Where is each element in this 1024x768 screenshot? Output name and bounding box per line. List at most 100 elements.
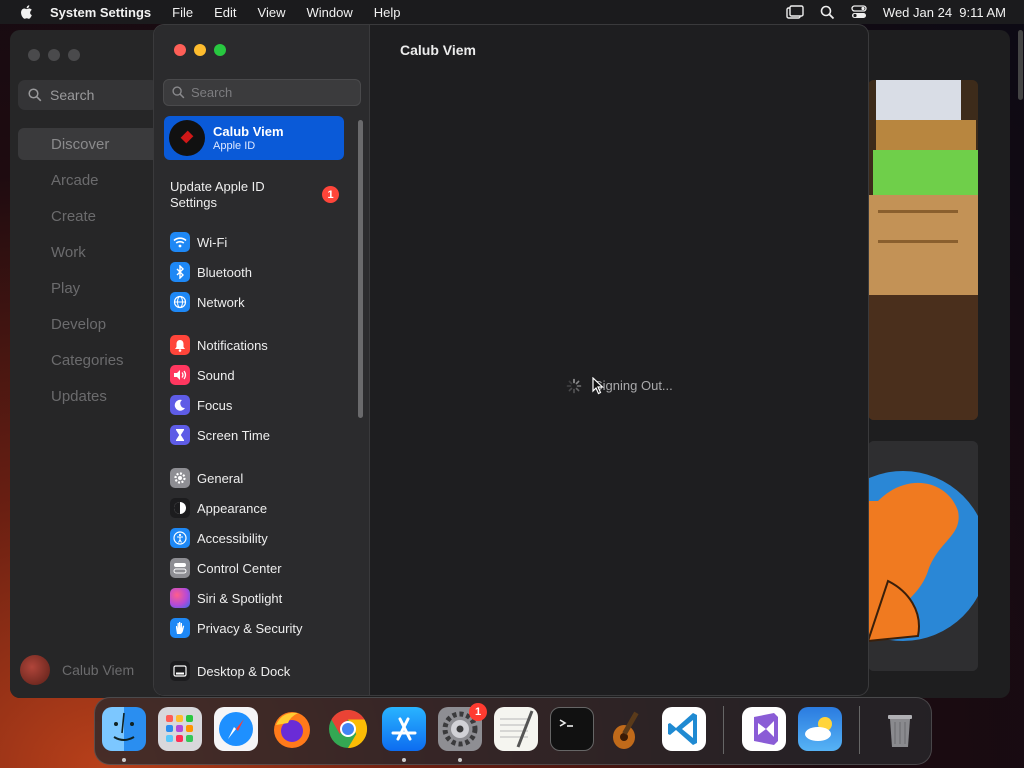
sidebar-item-focus[interactable]: Focus xyxy=(170,393,232,417)
signing-out-status: Signing Out... xyxy=(594,378,673,393)
close-button[interactable] xyxy=(174,44,186,56)
menu-bar: System Settings File Edit View Window He… xyxy=(0,0,1024,24)
sidebar-item-partial[interactable] xyxy=(170,687,197,695)
spotlight-search-icon[interactable] xyxy=(820,5,835,20)
dock-firefox-icon[interactable] xyxy=(270,707,314,751)
featured-artwork-tile[interactable] xyxy=(868,80,978,420)
nav-item-work[interactable]: Work xyxy=(18,236,160,268)
nav-item-play[interactable]: Play xyxy=(18,272,160,304)
dock-app-store-icon[interactable] xyxy=(382,707,426,751)
accessibility-icon xyxy=(170,528,190,548)
dock-launchpad-icon[interactable] xyxy=(158,707,202,751)
dock-trash-icon[interactable] xyxy=(878,707,922,751)
screen-mirroring-icon[interactable] xyxy=(786,5,804,19)
menu-datetime[interactable]: Wed Jan 24 9:11 AM xyxy=(883,5,1006,20)
sidebar-item-label: Wi-Fi xyxy=(197,234,228,250)
sidebar-item-notifications[interactable]: Notifications xyxy=(170,333,268,357)
running-indicator xyxy=(458,758,462,762)
dock-garageband-icon[interactable] xyxy=(606,707,650,751)
sidebar-item-siri-spotlight[interactable]: Siri & Spotlight xyxy=(170,586,282,610)
app-store-account[interactable]: Calub Viem xyxy=(20,655,134,685)
sidebar-item-accessibility[interactable]: Accessibility xyxy=(170,526,268,550)
nav-item-create[interactable]: Create xyxy=(18,200,160,232)
sidebar-item-wifi[interactable]: Wi-Fi xyxy=(170,230,227,254)
sidebar-item-network[interactable]: Network xyxy=(170,290,245,314)
close-button[interactable] xyxy=(28,49,40,61)
update-badge: 1 xyxy=(322,186,339,203)
bluetooth-icon xyxy=(170,262,190,282)
control-center-icon[interactable] xyxy=(851,5,867,19)
minimize-button[interactable] xyxy=(48,49,60,61)
sidebar-item-bluetooth[interactable]: Bluetooth xyxy=(170,260,252,284)
dock-textedit-icon[interactable] xyxy=(494,707,538,751)
dock-weather-icon[interactable] xyxy=(798,707,842,751)
mouse-pointer-icon xyxy=(592,377,604,395)
sidebar-item-label: Screen Time xyxy=(197,427,270,443)
sidebar-item-label: Network xyxy=(197,294,245,310)
sidebar-item-label: Notifications xyxy=(197,337,268,353)
sidebar-item-appearance[interactable]: Appearance xyxy=(170,496,267,520)
moon-icon xyxy=(170,395,190,415)
sidebar-item-label: Siri & Spotlight xyxy=(197,590,283,606)
sidebar-item-desktop-dock[interactable]: Desktop & Dock xyxy=(170,659,290,683)
search-icon xyxy=(28,88,42,102)
dock: 1 xyxy=(94,697,932,765)
featured-game-image xyxy=(868,441,978,671)
search-placeholder: Search xyxy=(50,87,95,103)
sidebar-item-control-center[interactable]: Control Center xyxy=(170,556,282,580)
window-controls xyxy=(174,44,226,56)
dock-terminal-icon[interactable] xyxy=(550,707,594,751)
settings-search-field[interactable]: Search xyxy=(163,79,361,106)
sidebar-item-label: Accessibility xyxy=(197,530,268,546)
sidebar-item-screen-time[interactable]: Screen Time xyxy=(170,423,270,447)
nav-item-updates[interactable]: Updates xyxy=(18,380,160,412)
nav-item-categories[interactable]: Categories xyxy=(18,344,160,376)
menu-help[interactable]: Help xyxy=(374,5,401,20)
update-label: Update Apple ID Settings xyxy=(170,179,265,210)
dock-visual-studio-icon[interactable] xyxy=(742,707,786,751)
nav-item-develop[interactable]: Develop xyxy=(18,308,160,340)
page-title: Calub Viem xyxy=(400,42,476,58)
menu-edit[interactable]: Edit xyxy=(214,5,236,20)
settings-sidebar: Search Calub Viem Apple ID Update Apple … xyxy=(154,25,370,695)
sidebar-item-label: General xyxy=(197,470,244,486)
sidebar-item-label: Privacy & Security xyxy=(197,620,303,636)
sidebar-scrollbar[interactable] xyxy=(358,120,363,418)
desktop-edge-scrollbar xyxy=(1018,30,1023,100)
dock-vscode-icon[interactable] xyxy=(662,707,706,751)
globe-icon xyxy=(170,292,190,312)
dock-chrome-icon[interactable] xyxy=(326,707,370,751)
menu-view[interactable]: View xyxy=(258,5,286,20)
sidebar-item-label: Bluetooth xyxy=(197,264,252,280)
update-apple-id-settings-item[interactable]: Update Apple ID Settings 1 xyxy=(170,179,345,211)
loading-spinner-icon xyxy=(566,378,582,394)
sidebar-item-sound[interactable]: Sound xyxy=(170,363,235,387)
dock-finder-icon[interactable] xyxy=(102,707,146,751)
dock-separator xyxy=(723,706,724,754)
nav-item-discover[interactable]: Discover xyxy=(18,128,160,160)
app-store-nav: Discover Arcade Create Work Play Develop… xyxy=(18,128,160,416)
zoom-button[interactable] xyxy=(68,49,80,61)
menu-app-name[interactable]: System Settings xyxy=(50,5,151,20)
sidebar-item-label: Sound xyxy=(197,367,235,383)
app-store-search-field[interactable]: Search xyxy=(18,80,158,110)
search-icon xyxy=(172,86,185,99)
menu-file[interactable]: File xyxy=(172,5,193,20)
apple-menu-icon[interactable] xyxy=(18,3,36,21)
dock-safari-icon[interactable] xyxy=(214,707,258,751)
minimize-button[interactable] xyxy=(194,44,206,56)
dock-icon xyxy=(170,661,190,681)
apple-id-profile-item[interactable]: Calub Viem Apple ID xyxy=(164,116,344,160)
gear-icon xyxy=(170,468,190,488)
avatar xyxy=(20,655,50,685)
sidebar-item-privacy-security[interactable]: Privacy & Security xyxy=(170,616,302,640)
app-store-window-controls xyxy=(28,49,80,61)
sidebar-item-general[interactable]: General xyxy=(170,466,243,490)
menu-window[interactable]: Window xyxy=(306,5,352,20)
featured-game-tile[interactable] xyxy=(868,441,978,671)
zoom-button[interactable] xyxy=(214,44,226,56)
nav-item-arcade[interactable]: Arcade xyxy=(18,164,160,196)
bell-icon xyxy=(170,335,190,355)
sidebar-item-label: Appearance xyxy=(197,500,268,516)
control-center-icon xyxy=(170,558,190,578)
